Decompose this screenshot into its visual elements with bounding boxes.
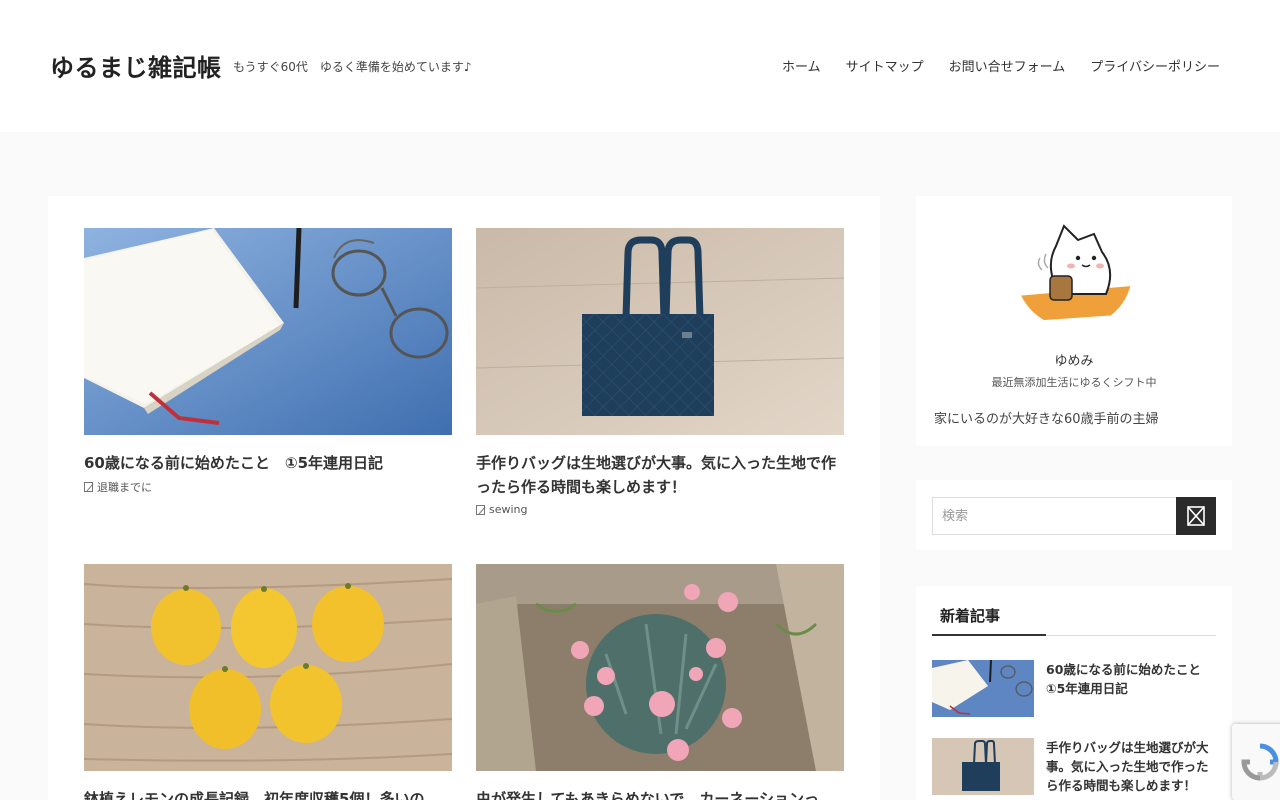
- post-title[interactable]: 60歳になる前に始めたこと ①5年連用日記: [84, 451, 452, 475]
- post-thumbnail-carnation[interactable]: [476, 564, 844, 771]
- post-thumbnail-lemons[interactable]: [84, 564, 452, 771]
- post-thumbnail-tote-bag[interactable]: [476, 228, 844, 435]
- post-card[interactable]: 60歳になる前に始めたこと ①5年連用日記 退職までに: [84, 228, 452, 495]
- nav-sitemap[interactable]: サイトマップ: [846, 56, 924, 75]
- recent-post-item[interactable]: 60歳になる前に始めたこと ①5年連用日記: [932, 660, 1216, 718]
- profile-widget: ゆめみ 最近無添加生活にゆるくシフト中 家にいるのが大好きな60歳手前の主婦: [916, 196, 1232, 446]
- profile-subtitle: 最近無添加生活にゆるくシフト中: [991, 376, 1157, 389]
- site-title[interactable]: ゆるまじ雑記帳: [50, 48, 222, 83]
- post-title[interactable]: 虫が発生してもあきらめないで カーネーションっ: [476, 787, 844, 800]
- nav-contact[interactable]: お問い合せフォーム: [949, 56, 1066, 75]
- profile-name: ゆめみ: [1054, 354, 1094, 369]
- nav-privacy[interactable]: プライバシーポリシー: [1090, 56, 1220, 75]
- post-list: 60歳になる前に始めたこと ①5年連用日記 退職までに 手作りバッグは生地選びが…: [48, 196, 880, 800]
- site-header: ゆるまじ雑記帳 もうすぐ60代 ゆるく準備を始めています♪ ホーム サイトマップ…: [0, 0, 1280, 132]
- recent-post-item[interactable]: 手作りバッグは生地選びが大事。気に入った生地で作ったら作る時間も楽しめます！: [932, 738, 1216, 796]
- nav-home[interactable]: ホーム: [782, 56, 821, 75]
- post-category[interactable]: 退職までに: [84, 479, 452, 495]
- post-card[interactable]: 鉢植えレモンの成長記録 初年度収穫5個！多いの: [84, 564, 452, 800]
- recent-post-thumbnail[interactable]: [932, 660, 1034, 717]
- profile-avatar: [1016, 218, 1132, 328]
- post-card[interactable]: 虫が発生してもあきらめないで カーネーションっ: [476, 564, 844, 800]
- search-button[interactable]: [1176, 497, 1216, 535]
- profile-description: 家にいるのが大好きな60歳手前の主婦: [934, 412, 1159, 427]
- post-thumbnail-notebook[interactable]: [84, 228, 452, 435]
- heading-underline: [932, 634, 1046, 636]
- recaptcha-icon: [1241, 743, 1279, 781]
- post-title[interactable]: 手作りバッグは生地選びが大事。気に入った生地で作ったら作る時間も楽しめます！: [476, 451, 844, 499]
- category-icon: [476, 504, 485, 515]
- search-input[interactable]: [932, 497, 1177, 535]
- post-title[interactable]: 鉢植えレモンの成長記録 初年度収穫5個！多いの: [84, 787, 452, 800]
- main-nav: ホーム サイトマップ お問い合せフォーム プライバシーポリシー: [782, 56, 1220, 75]
- search-icon: [1187, 506, 1205, 526]
- search-widget: [916, 480, 1232, 550]
- recent-posts-heading: 新着記事: [940, 607, 1001, 625]
- post-card[interactable]: 手作りバッグは生地選びが大事。気に入った生地で作ったら作る時間も楽しめます！ s…: [476, 228, 844, 516]
- recent-post-title[interactable]: 60歳になる前に始めたこと ①5年連用日記: [1046, 660, 1218, 698]
- recent-post-title[interactable]: 手作りバッグは生地選びが大事。気に入った生地で作ったら作る時間も楽しめます！: [1046, 738, 1218, 795]
- site-tagline: もうすぐ60代 ゆるく準備を始めています♪: [233, 60, 472, 74]
- recent-post-thumbnail[interactable]: [932, 738, 1034, 795]
- category-icon: [84, 482, 93, 492]
- post-category[interactable]: sewing: [476, 503, 844, 516]
- recent-posts-widget: 新着記事 60歳になる前に始めたこと ①5年連用日記 手作りバッグは生地選びが大…: [916, 586, 1232, 800]
- post-category-label: 退職までに: [97, 481, 152, 494]
- post-category-label: sewing: [489, 503, 528, 516]
- recaptcha-badge[interactable]: [1232, 724, 1280, 800]
